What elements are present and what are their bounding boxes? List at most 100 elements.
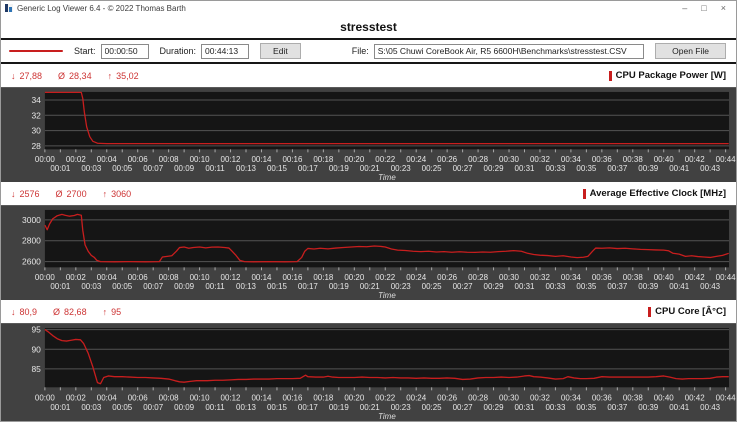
svg-text:00:40: 00:40 xyxy=(654,393,674,402)
svg-text:00:26: 00:26 xyxy=(437,393,457,402)
svg-text:00:03: 00:03 xyxy=(81,282,102,291)
svg-text:00:36: 00:36 xyxy=(592,393,612,402)
svg-text:00:16: 00:16 xyxy=(282,273,303,282)
svg-text:00:01: 00:01 xyxy=(50,403,70,412)
svg-text:Time: Time xyxy=(378,173,396,182)
svg-text:00:17: 00:17 xyxy=(298,403,318,412)
svg-text:00:09: 00:09 xyxy=(174,164,195,173)
avg-icon: Ø xyxy=(53,307,60,317)
clock-max-value: 3060 xyxy=(111,189,131,199)
svg-text:00:19: 00:19 xyxy=(329,403,349,412)
temp-min-value: 80,9 xyxy=(20,307,38,317)
svg-text:00:00: 00:00 xyxy=(35,155,56,164)
min-arrow-icon: ↓ xyxy=(11,189,16,199)
svg-text:00:39: 00:39 xyxy=(638,282,659,291)
svg-text:00:22: 00:22 xyxy=(375,393,395,402)
svg-text:00:04: 00:04 xyxy=(97,393,117,402)
svg-text:95: 95 xyxy=(31,325,41,335)
svg-text:00:10: 00:10 xyxy=(190,393,210,402)
svg-text:00:28: 00:28 xyxy=(468,155,489,164)
svg-text:00:41: 00:41 xyxy=(669,164,690,173)
svg-text:00:44: 00:44 xyxy=(716,155,736,164)
avg-icon: Ø xyxy=(56,189,63,199)
svg-text:00:15: 00:15 xyxy=(267,164,288,173)
minimize-button[interactable]: – xyxy=(682,3,687,13)
svg-text:85: 85 xyxy=(31,364,41,374)
svg-text:2800: 2800 xyxy=(22,236,41,246)
svg-text:00:19: 00:19 xyxy=(329,282,350,291)
file-path-input[interactable] xyxy=(374,44,644,59)
power-chart-title: CPU Package Power [W] xyxy=(616,70,726,81)
file-label: File: xyxy=(352,46,369,56)
svg-text:00:36: 00:36 xyxy=(592,155,613,164)
power-min-value: 27,88 xyxy=(20,71,43,81)
close-button[interactable]: × xyxy=(721,3,726,13)
svg-text:00:19: 00:19 xyxy=(329,164,350,173)
svg-text:00:29: 00:29 xyxy=(484,164,505,173)
svg-text:00:32: 00:32 xyxy=(530,155,551,164)
header: stresstest xyxy=(1,15,736,40)
maximize-button[interactable]: □ xyxy=(701,3,706,13)
start-input[interactable] xyxy=(101,44,149,59)
svg-text:00:07: 00:07 xyxy=(143,282,164,291)
duration-input[interactable] xyxy=(201,44,249,59)
open-file-button[interactable]: Open File xyxy=(655,43,726,59)
svg-text:00:15: 00:15 xyxy=(267,282,288,291)
svg-text:00:00: 00:00 xyxy=(35,273,56,282)
svg-text:00:32: 00:32 xyxy=(530,273,551,282)
temp-chart-plot[interactable]: 85909500:0000:0100:0200:0300:0400:0500:0… xyxy=(1,323,736,421)
svg-text:00:01: 00:01 xyxy=(50,282,71,291)
svg-text:00:23: 00:23 xyxy=(391,403,411,412)
svg-text:00:00: 00:00 xyxy=(35,393,55,402)
power-chart-plot[interactable]: 2830323400:0000:0100:0200:0300:0400:0500… xyxy=(1,87,736,182)
svg-text:Time: Time xyxy=(378,412,396,421)
svg-text:00:11: 00:11 xyxy=(205,403,225,412)
temp-chart-title: CPU Core [Â°C] xyxy=(655,306,726,317)
svg-text:00:26: 00:26 xyxy=(437,273,458,282)
svg-text:00:31: 00:31 xyxy=(515,282,536,291)
svg-text:00:41: 00:41 xyxy=(669,282,690,291)
toolbar: Start: Duration: Edit File: Open File xyxy=(1,40,736,64)
svg-text:00:05: 00:05 xyxy=(112,164,133,173)
svg-text:00:36: 00:36 xyxy=(592,273,613,282)
svg-text:00:04: 00:04 xyxy=(97,155,118,164)
svg-text:00:04: 00:04 xyxy=(97,273,118,282)
svg-text:00:22: 00:22 xyxy=(375,273,396,282)
svg-text:00:18: 00:18 xyxy=(313,155,334,164)
svg-text:00:29: 00:29 xyxy=(484,403,504,412)
svg-text:00:06: 00:06 xyxy=(128,393,148,402)
svg-text:00:17: 00:17 xyxy=(298,164,319,173)
svg-text:Time: Time xyxy=(378,291,396,300)
svg-text:00:21: 00:21 xyxy=(360,164,381,173)
window-titlebar: Generic Log Viewer 6.4 - © 2022 Thomas B… xyxy=(1,1,736,15)
svg-text:00:42: 00:42 xyxy=(685,393,705,402)
temp-title-marker-icon xyxy=(648,307,651,317)
svg-text:00:33: 00:33 xyxy=(545,164,566,173)
svg-text:00:27: 00:27 xyxy=(453,164,474,173)
svg-text:00:37: 00:37 xyxy=(607,282,628,291)
svg-text:00:02: 00:02 xyxy=(66,393,86,402)
svg-text:00:30: 00:30 xyxy=(499,155,520,164)
edit-button[interactable]: Edit xyxy=(260,43,301,59)
svg-text:00:23: 00:23 xyxy=(391,282,412,291)
svg-text:3000: 3000 xyxy=(22,215,41,225)
svg-text:00:32: 00:32 xyxy=(530,393,550,402)
svg-text:00:37: 00:37 xyxy=(607,403,627,412)
svg-text:00:40: 00:40 xyxy=(654,155,675,164)
svg-text:00:39: 00:39 xyxy=(638,403,658,412)
window-title: Generic Log Viewer 6.4 - © 2022 Thomas B… xyxy=(17,4,186,13)
svg-text:00:06: 00:06 xyxy=(128,273,149,282)
chart-section-temp: ↓80,9 Ø82,68 ↑95 CPU Core [Â°C] 85909500… xyxy=(1,300,736,421)
svg-text:00:07: 00:07 xyxy=(143,403,163,412)
svg-text:00:41: 00:41 xyxy=(669,403,689,412)
clock-title-marker-icon xyxy=(583,189,586,199)
svg-text:00:22: 00:22 xyxy=(375,155,396,164)
svg-text:00:27: 00:27 xyxy=(453,282,474,291)
svg-text:00:25: 00:25 xyxy=(422,403,442,412)
svg-text:00:08: 00:08 xyxy=(159,155,180,164)
svg-text:00:03: 00:03 xyxy=(81,403,101,412)
svg-text:00:44: 00:44 xyxy=(716,393,736,402)
svg-text:00:01: 00:01 xyxy=(50,164,71,173)
clock-chart-plot[interactable]: 26002800300000:0000:0100:0200:0300:0400:… xyxy=(1,205,736,300)
svg-text:00:14: 00:14 xyxy=(252,273,273,282)
